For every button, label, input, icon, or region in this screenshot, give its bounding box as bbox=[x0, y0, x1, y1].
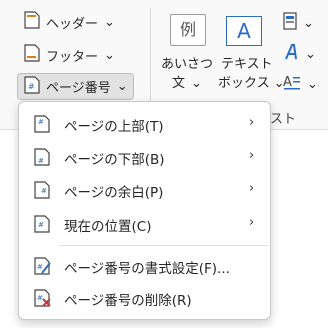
chevron-down-icon: ⌄ bbox=[191, 76, 202, 91]
chevron-down-icon: ⌄ bbox=[303, 15, 314, 31]
page-number-top-icon: # bbox=[34, 115, 50, 133]
remove-page-numbers-icon: # bbox=[34, 289, 51, 307]
svg-text:#: # bbox=[41, 187, 47, 195]
textbox-label-line1: テキスト bbox=[221, 57, 273, 72]
chevron-right-icon: › bbox=[249, 115, 255, 130]
header-icon bbox=[24, 11, 40, 33]
page-number-bottom-icon: # bbox=[34, 148, 50, 166]
header-label: ヘッダー bbox=[46, 16, 99, 32]
textbox-icon: A bbox=[226, 16, 262, 46]
textbox-label-line2: ボックス ⌄ bbox=[218, 76, 285, 91]
wordart-icon bbox=[283, 43, 299, 65]
greeting-button[interactable]: 例 あいさつ 文 ⌄ bbox=[158, 10, 218, 96]
chevron-down-icon: ⌄ bbox=[305, 46, 316, 62]
page-number-label: ページ番号 bbox=[46, 81, 111, 96]
chevron-down-icon: ⌄ bbox=[116, 79, 128, 94]
header-button[interactable]: ヘッダー ⌄ bbox=[24, 10, 115, 34]
menu-item-label: ページの下部(B) bbox=[64, 152, 165, 168]
svg-text:#: # bbox=[28, 82, 35, 91]
format-page-numbers-icon: # bbox=[34, 257, 51, 275]
chevron-right-icon: › bbox=[249, 181, 255, 196]
chevron-down-icon: ⌄ bbox=[104, 14, 115, 30]
menu-divider bbox=[59, 245, 269, 246]
footer-label: フッター bbox=[46, 49, 99, 65]
menu-item-current-position[interactable]: # 現在の位置(C) › bbox=[19, 209, 270, 239]
footer-icon bbox=[24, 44, 40, 66]
current-position-icon: # bbox=[34, 215, 50, 233]
greeting-label-line2: 文 ⌄ bbox=[172, 76, 202, 91]
menu-item-top-of-page[interactable]: # ページの上部(T) › bbox=[19, 109, 270, 139]
svg-text:#: # bbox=[38, 157, 44, 165]
menu-item-bottom-of-page[interactable]: # ページの下部(B) › bbox=[19, 142, 270, 172]
menu-item-format-page-numbers[interactable]: # ページ番号の書式設定(F)... bbox=[19, 251, 270, 281]
chevron-right-icon: › bbox=[249, 148, 255, 163]
chevron-down-icon: ⌄ bbox=[104, 47, 115, 63]
dropcap-button[interactable]: A ⌄ bbox=[283, 73, 318, 95]
wordart-button[interactable]: ⌄ bbox=[283, 43, 316, 65]
footer-button[interactable]: フッター ⌄ bbox=[24, 43, 115, 67]
svg-text:#: # bbox=[38, 221, 44, 229]
menu-item-page-margins[interactable]: # ページの余白(P) › bbox=[19, 175, 270, 205]
chevron-right-icon: › bbox=[249, 215, 255, 230]
chevron-down-icon: ⌄ bbox=[307, 76, 318, 92]
greeting-label-line1: あいさつ bbox=[161, 57, 214, 72]
group-label: スト bbox=[270, 112, 297, 127]
menu-item-label: ページ番号の削除(R) bbox=[64, 293, 192, 309]
greeting-icon: 例 bbox=[170, 14, 206, 46]
quick-parts-icon bbox=[283, 12, 297, 34]
svg-text:#: # bbox=[37, 294, 43, 302]
page-number-button[interactable]: # ページ番号 ⌄ bbox=[17, 73, 134, 100]
page-number-icon: # bbox=[24, 75, 40, 98]
page-number-menu: # ページの上部(T) › # ページの下部(B) › # ページの余白(P) … bbox=[18, 101, 271, 320]
menu-item-label: ページの上部(T) bbox=[64, 119, 164, 135]
textbox-button[interactable]: A テキスト ボックス ⌄ bbox=[214, 10, 285, 96]
svg-text:#: # bbox=[38, 118, 44, 126]
menu-item-label: ページ番号の書式設定(F)... bbox=[64, 261, 230, 277]
menu-item-remove-page-numbers[interactable]: # ページ番号の削除(R) bbox=[19, 283, 270, 313]
svg-text:#: # bbox=[37, 263, 43, 271]
menu-item-label: 現在の位置(C) bbox=[64, 219, 152, 235]
page-number-margin-icon: # bbox=[34, 181, 50, 199]
quick-parts-button[interactable]: ⌄ bbox=[283, 12, 314, 34]
svg-text:A: A bbox=[283, 75, 292, 90]
dropcap-icon: A bbox=[283, 73, 301, 95]
menu-item-label: ページの余白(P) bbox=[64, 185, 164, 201]
